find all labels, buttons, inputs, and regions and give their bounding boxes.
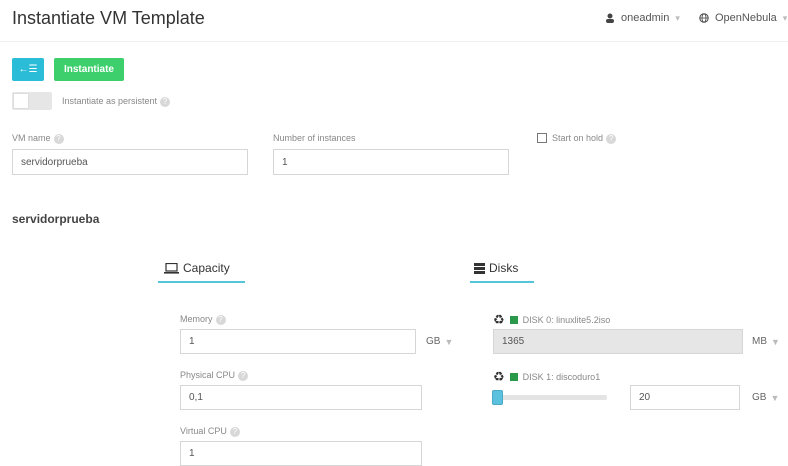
help-icon[interactable]: ? — [229, 426, 240, 437]
disk-0-unit-select[interactable]: MB ▼ — [752, 336, 780, 347]
start-on-hold-checkbox[interactable] — [537, 133, 547, 143]
disk-0-label: DISK 0: linuxlite5.2iso — [522, 315, 611, 325]
memory-label: Memory? — [180, 314, 226, 325]
vm-name-label-text: VM name — [12, 133, 51, 143]
back-list-icon: ←☰ — [18, 64, 38, 75]
recycle-icon[interactable]: ♻ — [493, 312, 505, 328]
memory-label-text: Memory — [180, 314, 213, 324]
tab-disks[interactable]: Disks — [474, 261, 518, 275]
globe-icon — [699, 13, 709, 23]
virtual-cpu-input[interactable]: 1 — [180, 441, 422, 466]
physical-cpu-label: Physical CPU? — [180, 370, 249, 381]
instantiate-button[interactable]: Instantiate — [54, 58, 124, 81]
disk-0-unit-value: MB — [752, 336, 767, 347]
disks-icon — [474, 262, 485, 274]
vm-name-input[interactable]: servidorprueba — [12, 149, 248, 175]
instances-input[interactable]: 1 — [273, 149, 509, 175]
persistent-label: Instantiate as persistent? — [62, 96, 171, 107]
memory-unit-value: GB — [426, 336, 441, 347]
help-icon[interactable]: ? — [238, 370, 249, 381]
header-divider — [0, 41, 788, 42]
template-section-title: servidorprueba — [12, 212, 100, 226]
chevron-down-icon: ▼ — [770, 392, 780, 403]
zone-name: OpenNebula — [715, 12, 777, 24]
tab-disks-label: Disks — [489, 261, 519, 275]
tab-capacity-label: Capacity — [183, 261, 230, 275]
disk-1-size-slider[interactable] — [493, 395, 607, 400]
chevron-down-icon: ▾ — [782, 12, 788, 23]
disk-1-header: ♻ DISK 1: discoduro1 — [493, 369, 600, 385]
physical-cpu-label-text: Physical CPU — [180, 370, 236, 380]
toggle-knob — [13, 93, 29, 109]
help-icon[interactable]: ? — [160, 96, 171, 107]
tab-capacity[interactable]: Capacity — [164, 261, 230, 275]
page-title: Instantiate VM Template — [12, 8, 205, 28]
persistent-label-text: Instantiate as persistent — [62, 96, 158, 106]
help-icon[interactable]: ? — [215, 314, 226, 325]
disk-status-icon — [509, 316, 518, 324]
chevron-down-icon: ▾ — [675, 12, 680, 23]
start-on-hold-text: Start on hold — [552, 133, 604, 143]
disk-0-size-input: 1365 — [493, 329, 743, 354]
chevron-down-icon: ▼ — [771, 336, 780, 347]
zone-menu[interactable]: OpenNebula ▾ — [699, 12, 787, 24]
laptop-icon — [164, 262, 179, 274]
vm-name-label: VM name? — [12, 133, 64, 144]
user-icon — [606, 13, 614, 23]
instances-label: Number of instances — [273, 133, 356, 143]
recycle-icon[interactable]: ♻ — [493, 369, 505, 385]
help-icon[interactable]: ? — [606, 133, 617, 144]
disk-0-header: ♻ DISK 0: linuxlite5.2iso — [493, 312, 610, 328]
help-icon[interactable]: ? — [53, 133, 64, 144]
disk-status-icon — [509, 373, 518, 381]
disk-1-size-input[interactable]: 20 — [630, 385, 740, 410]
tab-capacity-underline — [158, 281, 245, 283]
disk-1-label: DISK 1: discoduro1 — [522, 372, 601, 382]
user-name: oneadmin — [621, 12, 670, 24]
disk-1-unit-select[interactable]: GB ▼ — [752, 392, 779, 403]
disk-1-slider-handle[interactable] — [492, 390, 503, 405]
virtual-cpu-label-text: Virtual CPU — [180, 426, 227, 436]
disk-1-unit-value: GB — [752, 392, 767, 403]
chevron-down-icon: ▼ — [444, 336, 454, 347]
user-menu[interactable]: oneadmin ▾ — [605, 12, 680, 24]
start-on-hold-label: Start on hold? — [552, 133, 617, 144]
tab-disks-underline — [470, 281, 534, 283]
virtual-cpu-label: Virtual CPU? — [180, 426, 240, 437]
back-button[interactable]: ←☰ — [12, 58, 44, 81]
memory-input[interactable]: 1 — [180, 329, 416, 354]
physical-cpu-input[interactable]: 0,1 — [180, 385, 422, 410]
memory-unit-select[interactable]: GB ▼ — [426, 336, 453, 347]
